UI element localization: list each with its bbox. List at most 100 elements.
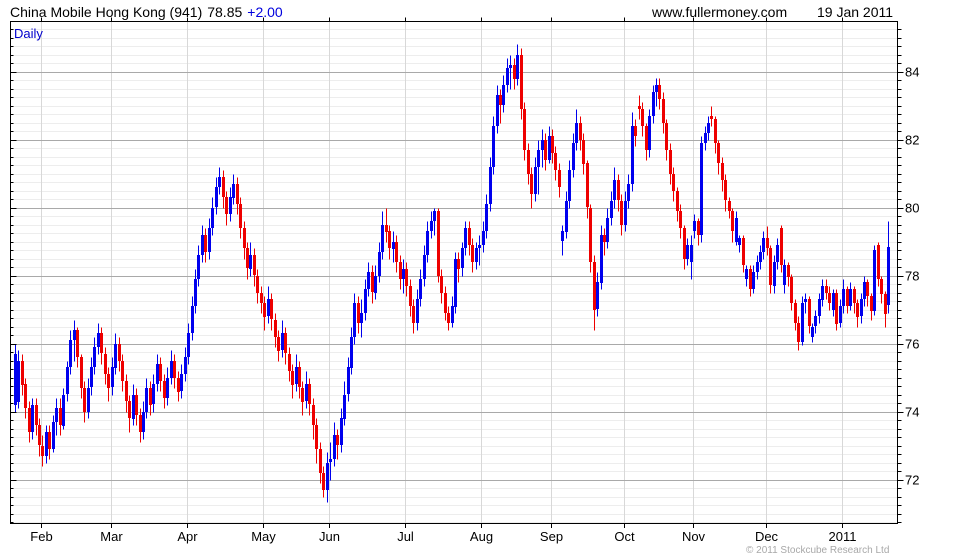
candle-body [551, 136, 554, 153]
candle-body [274, 320, 277, 337]
candle-body [249, 255, 252, 269]
candle-body [45, 432, 48, 456]
candle-body [128, 401, 131, 418]
candle-body [530, 174, 533, 194]
candle-body [430, 221, 433, 231]
candle-body [814, 316, 817, 326]
candle-body [83, 388, 86, 412]
candle-body [149, 388, 152, 405]
candle-body [870, 296, 873, 311]
candle-body [24, 384, 27, 408]
candle-body [97, 333, 100, 347]
candle-body [433, 211, 436, 221]
candle-body [863, 282, 866, 299]
candle-body [197, 255, 200, 279]
candle-body [152, 384, 155, 404]
candle-body [731, 211, 734, 231]
candle-body [825, 286, 828, 293]
candle-body [620, 201, 623, 225]
candle-body [284, 333, 287, 353]
candle-body [204, 235, 207, 252]
y-axis-label: 82 [905, 133, 919, 148]
candle-body [267, 299, 270, 316]
candle-body [516, 55, 519, 79]
candle-body [222, 177, 225, 197]
candle-body [166, 378, 169, 398]
candle-body [135, 395, 138, 415]
candle-body [606, 218, 609, 242]
y-axis-label: 72 [905, 473, 919, 488]
candle-body [145, 388, 148, 412]
candle-body [395, 242, 398, 262]
candle-body [652, 92, 655, 116]
candle-body [291, 371, 294, 385]
candle-body [575, 123, 578, 143]
candle-body [714, 119, 717, 143]
x-axis-label: May [251, 529, 276, 544]
candle-body [399, 262, 402, 279]
candle-body [48, 432, 51, 449]
candle-body [343, 395, 346, 419]
candle-body [288, 354, 291, 371]
candle-body [492, 126, 495, 167]
candle-body [270, 299, 273, 319]
candle-body [125, 381, 128, 401]
candle-body [509, 65, 512, 68]
candle-body [208, 228, 211, 252]
candle-body [839, 306, 842, 323]
candle-body [880, 279, 883, 294]
candle-body [610, 201, 613, 218]
candle-body [371, 272, 374, 292]
candle-body [201, 235, 204, 255]
candle-body [156, 364, 159, 384]
candle-body [232, 184, 235, 198]
candle-body [437, 211, 440, 276]
x-axis-label: Dec [755, 529, 779, 544]
candle-body [194, 279, 197, 306]
candle-body [745, 269, 748, 279]
candle-body [170, 361, 173, 378]
candle-body [794, 303, 797, 323]
candle-body [392, 242, 395, 249]
candle-body [697, 221, 700, 235]
candle-body [69, 340, 72, 367]
y-axis-label: 80 [905, 201, 919, 216]
candle-body [593, 262, 596, 310]
candle-body [752, 272, 755, 289]
candle-body [121, 361, 124, 381]
candle-body [776, 245, 779, 262]
candle-body [76, 330, 79, 357]
candle-body [353, 303, 356, 337]
candle-body [603, 235, 606, 242]
candle-body [485, 204, 488, 231]
candle-body [787, 265, 790, 277]
candle-body [177, 378, 180, 392]
candle-body [73, 330, 76, 340]
candle-body [627, 184, 630, 201]
x-axis-labels: Feb Mar Apr May Jun Jul Aug Sep Oct Nov Dec 2011 [30, 529, 856, 544]
candle-body [773, 262, 776, 286]
candle-body [596, 282, 599, 309]
x-axis-label: Oct [614, 529, 635, 544]
candle-body [423, 255, 426, 279]
candle-body [100, 333, 103, 353]
candle-body [728, 201, 731, 211]
candle-body [759, 252, 762, 262]
candle-body [513, 65, 516, 79]
candle-body [281, 333, 284, 350]
candle-body [658, 85, 661, 99]
x-axis-label: Mar [100, 529, 123, 544]
candle-body [873, 250, 876, 311]
candle-body [589, 208, 592, 262]
candle-body [35, 405, 38, 425]
candle-body [454, 259, 457, 307]
candle-body [114, 344, 117, 368]
candle-body [496, 95, 499, 126]
candle-body [582, 140, 585, 164]
candle-body [457, 259, 460, 269]
candle-body [669, 150, 672, 174]
candle-body [256, 276, 259, 293]
candle-body [163, 381, 166, 398]
candle-body [502, 85, 505, 105]
candle-body [568, 170, 571, 201]
